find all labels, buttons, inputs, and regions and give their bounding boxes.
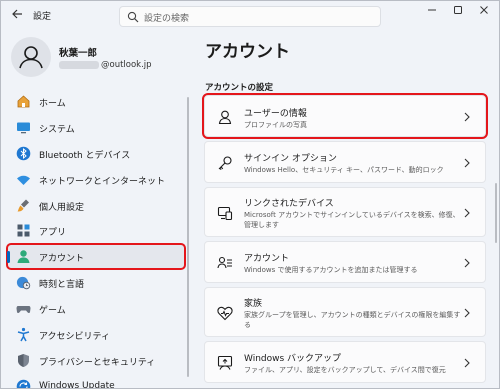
email-redaction [59, 60, 99, 69]
accessibility-icon [17, 327, 30, 342]
card-other-accounts[interactable]: アカウント Windows で使用するアカウントを追加または管理する [204, 241, 486, 283]
app-title: 設定 [33, 12, 52, 22]
card-linked-devices[interactable]: リンクされたデバイス Microsoft アカウントでサインインしているデバイス… [204, 187, 486, 237]
sidebar-item-time-language[interactable]: 時刻と言語 [7, 270, 185, 295]
sidebar-item-personalization[interactable]: 個人用設定 [7, 193, 185, 218]
sidebar-nav: ホーム システム Bluetooth とデバイス ネットワークとインターネット [6, 89, 187, 388]
chevron-right-icon [464, 308, 470, 318]
update-icon [16, 379, 31, 388]
maximize-button[interactable] [451, 5, 465, 19]
close-icon [480, 6, 488, 14]
settings-card-list: ユーザーの情報 プロファイルの写真 サインイン オプション Windows He… [202, 93, 488, 387]
page-title: アカウント [205, 42, 290, 62]
sidebar-item-system[interactable]: システム [7, 115, 185, 140]
card-family[interactable]: 家族 家族グループを管理し、アカウントの種類とデバイスの権限を編集する [204, 287, 486, 337]
sidebar-item-home[interactable]: ホーム [7, 89, 185, 114]
chevron-right-icon [464, 258, 470, 268]
selected-indicator [7, 251, 10, 264]
account-list-icon [217, 256, 232, 269]
search-icon [127, 11, 139, 23]
account-icon [17, 250, 30, 264]
chevron-right-icon [464, 112, 470, 122]
settings-window: 設定 設定の検索 秋葉一郎 @outlook.jp ホーム システム Bluet… [0, 0, 500, 389]
bluetooth-icon [16, 146, 31, 161]
sidebar-item-accessibility[interactable]: アクセシビリティ [7, 322, 185, 347]
sidebar-item-apps[interactable]: アプリ [7, 218, 185, 243]
sidebar-item-gaming[interactable]: ゲーム [7, 296, 185, 321]
avatar [11, 37, 51, 77]
backup-icon [217, 355, 233, 370]
family-heart-icon [217, 306, 233, 321]
user-profile[interactable]: 秋葉一郎 @outlook.jp [11, 37, 181, 81]
section-title: アカウントの設定 [205, 83, 274, 93]
sidebar-item-network[interactable]: ネットワークとインターネット [7, 167, 185, 192]
sidebar-item-bluetooth[interactable]: Bluetooth とデバイス [7, 141, 185, 166]
card-sign-in-options[interactable]: サインイン オプション Windows Hello、セキュリティ キー、パスワー… [204, 141, 486, 183]
user-name: 秋葉一郎 [59, 48, 98, 59]
minimize-button[interactable] [425, 5, 439, 19]
monitor-icon [17, 122, 30, 134]
arrow-left-icon [12, 9, 22, 19]
key-icon [218, 156, 232, 170]
paintbrush-icon [17, 199, 29, 212]
back-button[interactable] [9, 8, 25, 24]
user-outline-icon [218, 110, 232, 125]
apps-icon [17, 224, 30, 237]
globe-clock-icon [16, 277, 31, 290]
sidebar-item-accounts[interactable]: アカウント [6, 243, 186, 271]
title-bar: 設定 設定の検索 [1, 1, 499, 31]
card-windows-backup[interactable]: Windows バックアップ ファイル、アプリ、設定をバックアップして、デバイス… [204, 341, 486, 383]
card-user-info[interactable]: ユーザーの情報 プロファイルの写真 [202, 93, 488, 139]
close-button[interactable] [477, 5, 491, 19]
home-icon [17, 95, 30, 108]
main-scrollbar[interactable] [495, 183, 497, 243]
minimize-icon [428, 9, 436, 11]
wifi-icon [17, 175, 30, 185]
search-input[interactable]: 設定の検索 [119, 6, 381, 27]
chevron-right-icon [464, 158, 470, 168]
chevron-right-icon [464, 358, 470, 368]
user-email: @outlook.jp [59, 60, 152, 70]
chevron-right-icon [464, 208, 470, 218]
sidebar-scrollbar[interactable] [187, 97, 189, 377]
sidebar-item-windows-update[interactable]: Windows Update [7, 374, 185, 388]
person-icon [19, 46, 43, 69]
sidebar-item-privacy[interactable]: プライバシーとセキュリティ [7, 348, 185, 373]
gamepad-icon [16, 306, 31, 314]
email-domain: @outlook.jp [101, 60, 152, 70]
maximize-icon [454, 6, 462, 14]
shield-icon [18, 353, 29, 367]
devices-icon [217, 206, 233, 221]
search-placeholder: 設定の検索 [144, 14, 190, 24]
